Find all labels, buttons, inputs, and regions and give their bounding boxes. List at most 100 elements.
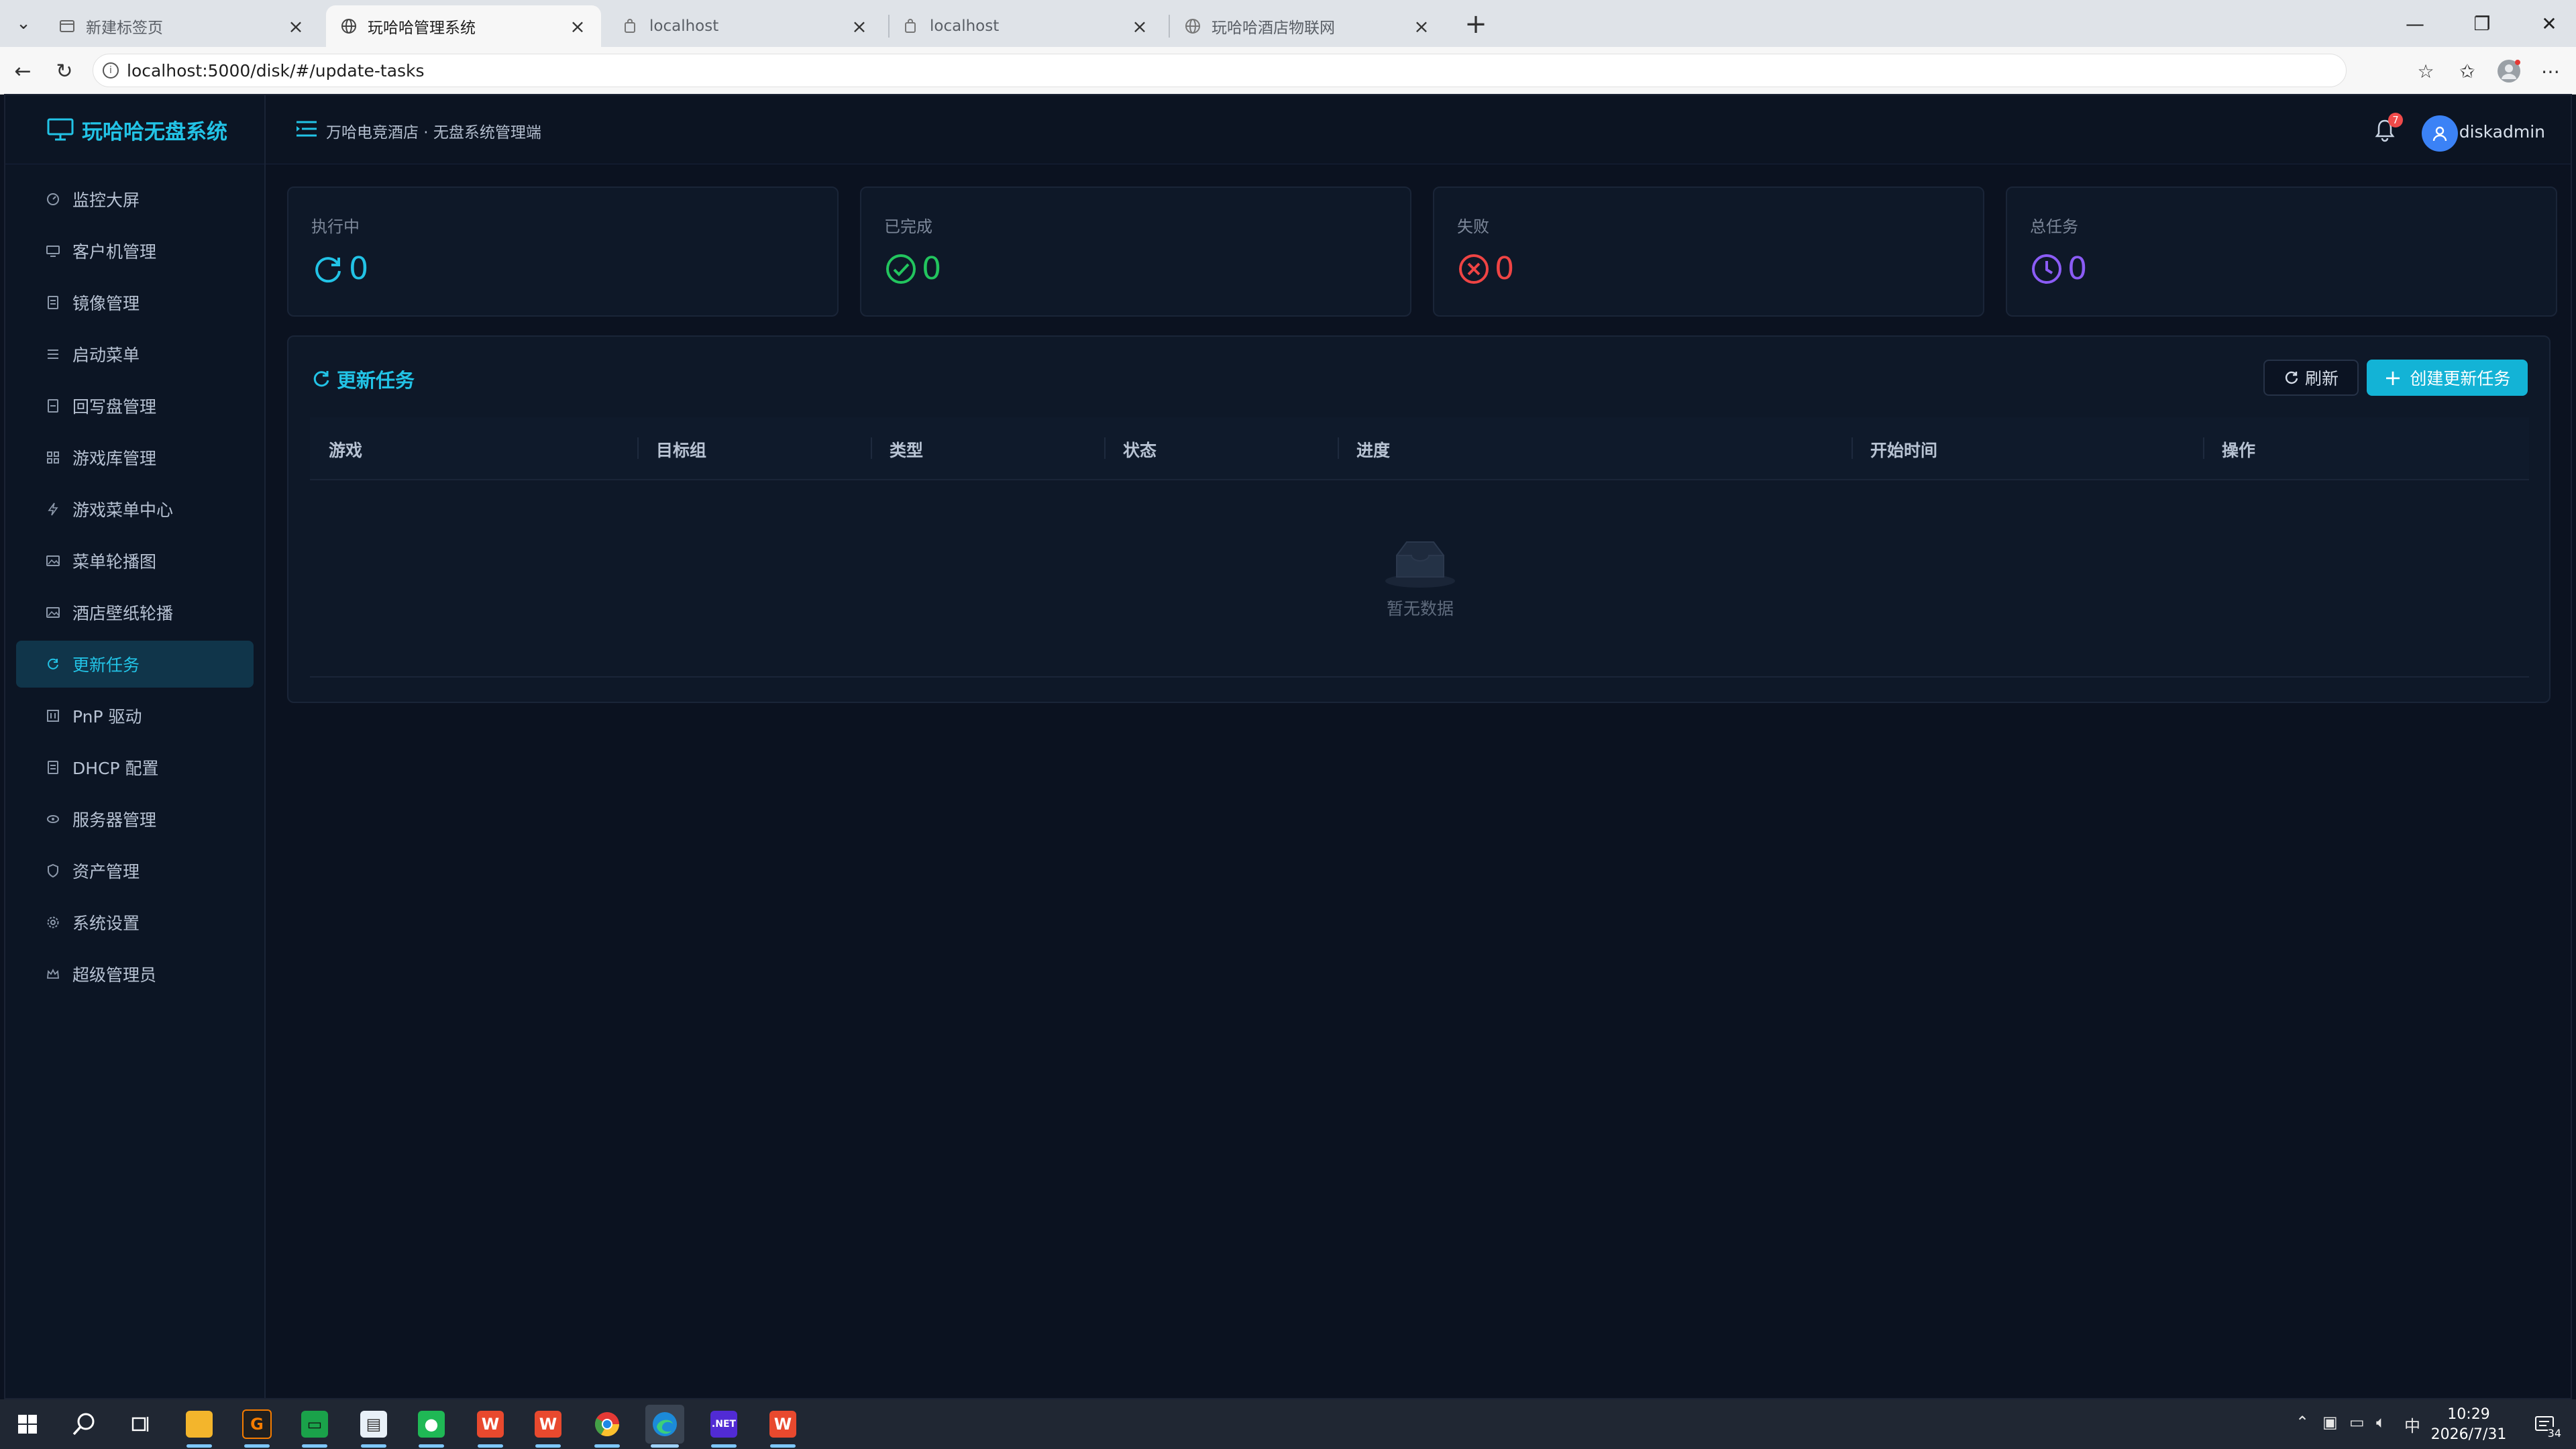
picture-icon [46, 605, 60, 620]
taskbar-app-git[interactable]: G [237, 1405, 276, 1448]
close-tab-icon[interactable]: × [849, 15, 869, 38]
sidebar-item-label: 更新任务 [72, 655, 140, 675]
new-tab-button[interactable]: + [1461, 9, 1491, 40]
input-method-indicator[interactable]: 中 [2404, 1413, 2420, 1436]
taskbar-app-terminal[interactable]: ▭ [295, 1405, 334, 1448]
minimize-icon[interactable]: — [2388, 0, 2442, 47]
taskbar-app-dotnet[interactable]: .NET [704, 1405, 743, 1448]
sidebar-item-label: 酒店壁纸轮播 [72, 604, 174, 623]
brand[interactable]: 玩哈哈无盘系统 [5, 95, 264, 164]
close-tab-icon[interactable]: × [568, 15, 588, 38]
sidebar-item-wallpaper-carousel[interactable]: 酒店壁纸轮播 [16, 589, 254, 636]
picture-icon [46, 553, 60, 568]
sidebar-item-servers[interactable]: 服务器管理 [16, 796, 254, 843]
task-view-button[interactable] [121, 1405, 160, 1444]
notepad-icon: ▤ [360, 1411, 387, 1438]
close-window-icon[interactable]: ✕ [2522, 0, 2576, 47]
sidebar-item-dhcp[interactable]: DHCP 配置 [16, 744, 254, 791]
taskbar-app-notepad[interactable]: ▤ [354, 1405, 393, 1448]
refresh-icon [313, 371, 329, 387]
column-divider [1851, 437, 1853, 459]
sidebar-item-label: DHCP 配置 [72, 759, 159, 778]
column-header-target-group[interactable]: 目标组 [656, 437, 706, 462]
network-icon[interactable]: ▭ [2349, 1413, 2365, 1432]
menu-toggle-icon[interactable] [297, 119, 317, 138]
stat-value: 0 [349, 250, 369, 286]
search-button[interactable] [64, 1405, 103, 1444]
display-icon[interactable]: ▣ [2322, 1413, 2338, 1432]
sidebar-item-images[interactable]: 镜像管理 [16, 279, 254, 326]
column-header-actions[interactable]: 操作 [2222, 437, 2255, 462]
url-input[interactable]: i localhost:5000/disk/#/update-tasks [93, 54, 2347, 87]
sidebar-item-menu-carousel[interactable]: 菜单轮播图 [16, 537, 254, 584]
sidebar-item-assets[interactable]: 资产管理 [16, 847, 254, 894]
windows-taskbar: G ▭ ▤ ● W W .NET W ⌃ ▣ ▭ 🔈︎ 中 10:29 2026… [0, 1399, 2576, 1449]
app-window: 玩哈哈无盘系统 监控大屏 客户机管理 镜像管理 启动菜单 回写盘管理 游戏库管理… [4, 94, 2572, 1399]
taskbar-app-file-explorer[interactable] [180, 1405, 219, 1448]
browser-tab[interactable]: localhost × [608, 5, 883, 47]
sidebar-item-super-admin[interactable]: 超级管理员 [16, 951, 254, 998]
taskbar-app-wechat[interactable]: ● [412, 1405, 451, 1448]
favorite-star-icon[interactable]: ☆ [2411, 56, 2440, 86]
sidebar-item-clients[interactable]: 客户机管理 [16, 227, 254, 274]
favorites-icon[interactable]: ✩ [2453, 56, 2482, 86]
start-button[interactable] [8, 1405, 47, 1444]
sidebar-item-label: 客户机管理 [72, 242, 157, 262]
taskbar-app-wps[interactable]: W [763, 1405, 802, 1448]
crown-icon [46, 967, 60, 981]
stat-value: 0 [922, 250, 942, 286]
sidebar-item-label: 回写盘管理 [72, 397, 157, 417]
browser-tab-active[interactable]: 玩哈哈管理系统 × [326, 5, 601, 47]
column-header-progress[interactable]: 进度 [1356, 437, 1390, 462]
more-menu-icon[interactable]: ⋯ [2536, 56, 2565, 86]
column-header-game[interactable]: 游戏 [329, 437, 362, 462]
running-indicator [535, 1444, 561, 1448]
sidebar-item-game-library[interactable]: 游戏库管理 [16, 434, 254, 481]
sidebar-item-game-menu-center[interactable]: 游戏菜单中心 [16, 486, 254, 533]
empty-inbox-icon [1385, 541, 1455, 588]
stat-label: 总任务 [2030, 217, 2078, 236]
refresh-button[interactable]: 刷新 [2263, 360, 2359, 396]
sidebar-item-dashboard[interactable]: 监控大屏 [16, 176, 254, 223]
close-tab-icon[interactable]: × [1411, 15, 1432, 38]
site-info-icon[interactable]: i [103, 62, 119, 78]
browser-tab[interactable]: localhost × [888, 5, 1163, 47]
taskbar-app-edge[interactable] [645, 1405, 684, 1448]
sidebar-item-label: 镜像管理 [72, 294, 140, 313]
browser-tab[interactable]: 玩哈哈酒店物联网 × [1170, 5, 1445, 47]
tab-actions-menu-button[interactable]: ⌄ [9, 9, 38, 38]
create-update-task-button[interactable]: + 创建更新任务 [2367, 360, 2528, 396]
taskbar-app-chrome[interactable] [588, 1405, 627, 1448]
column-divider [1338, 437, 1339, 459]
close-tab-icon[interactable]: × [286, 15, 306, 38]
profile-icon[interactable] [2494, 56, 2524, 86]
monitor-logo-icon [47, 118, 74, 141]
show-hidden-icons-chevron-icon[interactable]: ⌃ [2296, 1413, 2309, 1432]
sidebar-item-pnp-drivers[interactable]: PnP 驱动 [16, 692, 254, 739]
taskbar-app-wps[interactable]: W [529, 1405, 568, 1448]
browser-tab[interactable]: 新建标签页 × [44, 5, 319, 47]
volume-icon[interactable]: 🔈︎ [2376, 1413, 2385, 1432]
sidebar-item-update-tasks[interactable]: 更新任务 [16, 641, 254, 688]
breadcrumb: 万哈电竞酒店 · 无盘系统管理端 [326, 124, 541, 142]
back-icon[interactable]: ← [8, 56, 38, 86]
notification-center-button[interactable]: 34 [2529, 1410, 2563, 1440]
column-header-start-time[interactable]: 开始时间 [1870, 437, 1937, 462]
avatar[interactable] [2422, 115, 2458, 152]
sidebar-item-writeback[interactable]: 回写盘管理 [16, 382, 254, 429]
sidebar-item-boot-menu[interactable]: 启动菜单 [16, 331, 254, 378]
reload-icon[interactable]: ↻ [50, 56, 79, 86]
globe-icon [339, 17, 358, 36]
taskbar-clock[interactable]: 10:29 2026/7/31 [2428, 1405, 2509, 1445]
terminal-icon: ▭ [301, 1411, 328, 1438]
column-header-status[interactable]: 状态 [1123, 437, 1157, 462]
taskbar-app-wps[interactable]: W [471, 1405, 510, 1448]
panel-title-text: 更新任务 [337, 369, 415, 392]
sidebar-item-settings[interactable]: 系统设置 [16, 899, 254, 946]
username[interactable]: diskadmin [2459, 122, 2545, 142]
column-header-type[interactable]: 类型 [890, 437, 923, 462]
main-content: 执行中 0 已完成 0 失败 0 总任务 0 更新任务 刷新 + 创建更新任务 … [266, 164, 2571, 1398]
restore-icon[interactable]: ❐ [2455, 0, 2509, 47]
windows-logo-icon [18, 1415, 37, 1434]
close-tab-icon[interactable]: × [1130, 15, 1150, 38]
